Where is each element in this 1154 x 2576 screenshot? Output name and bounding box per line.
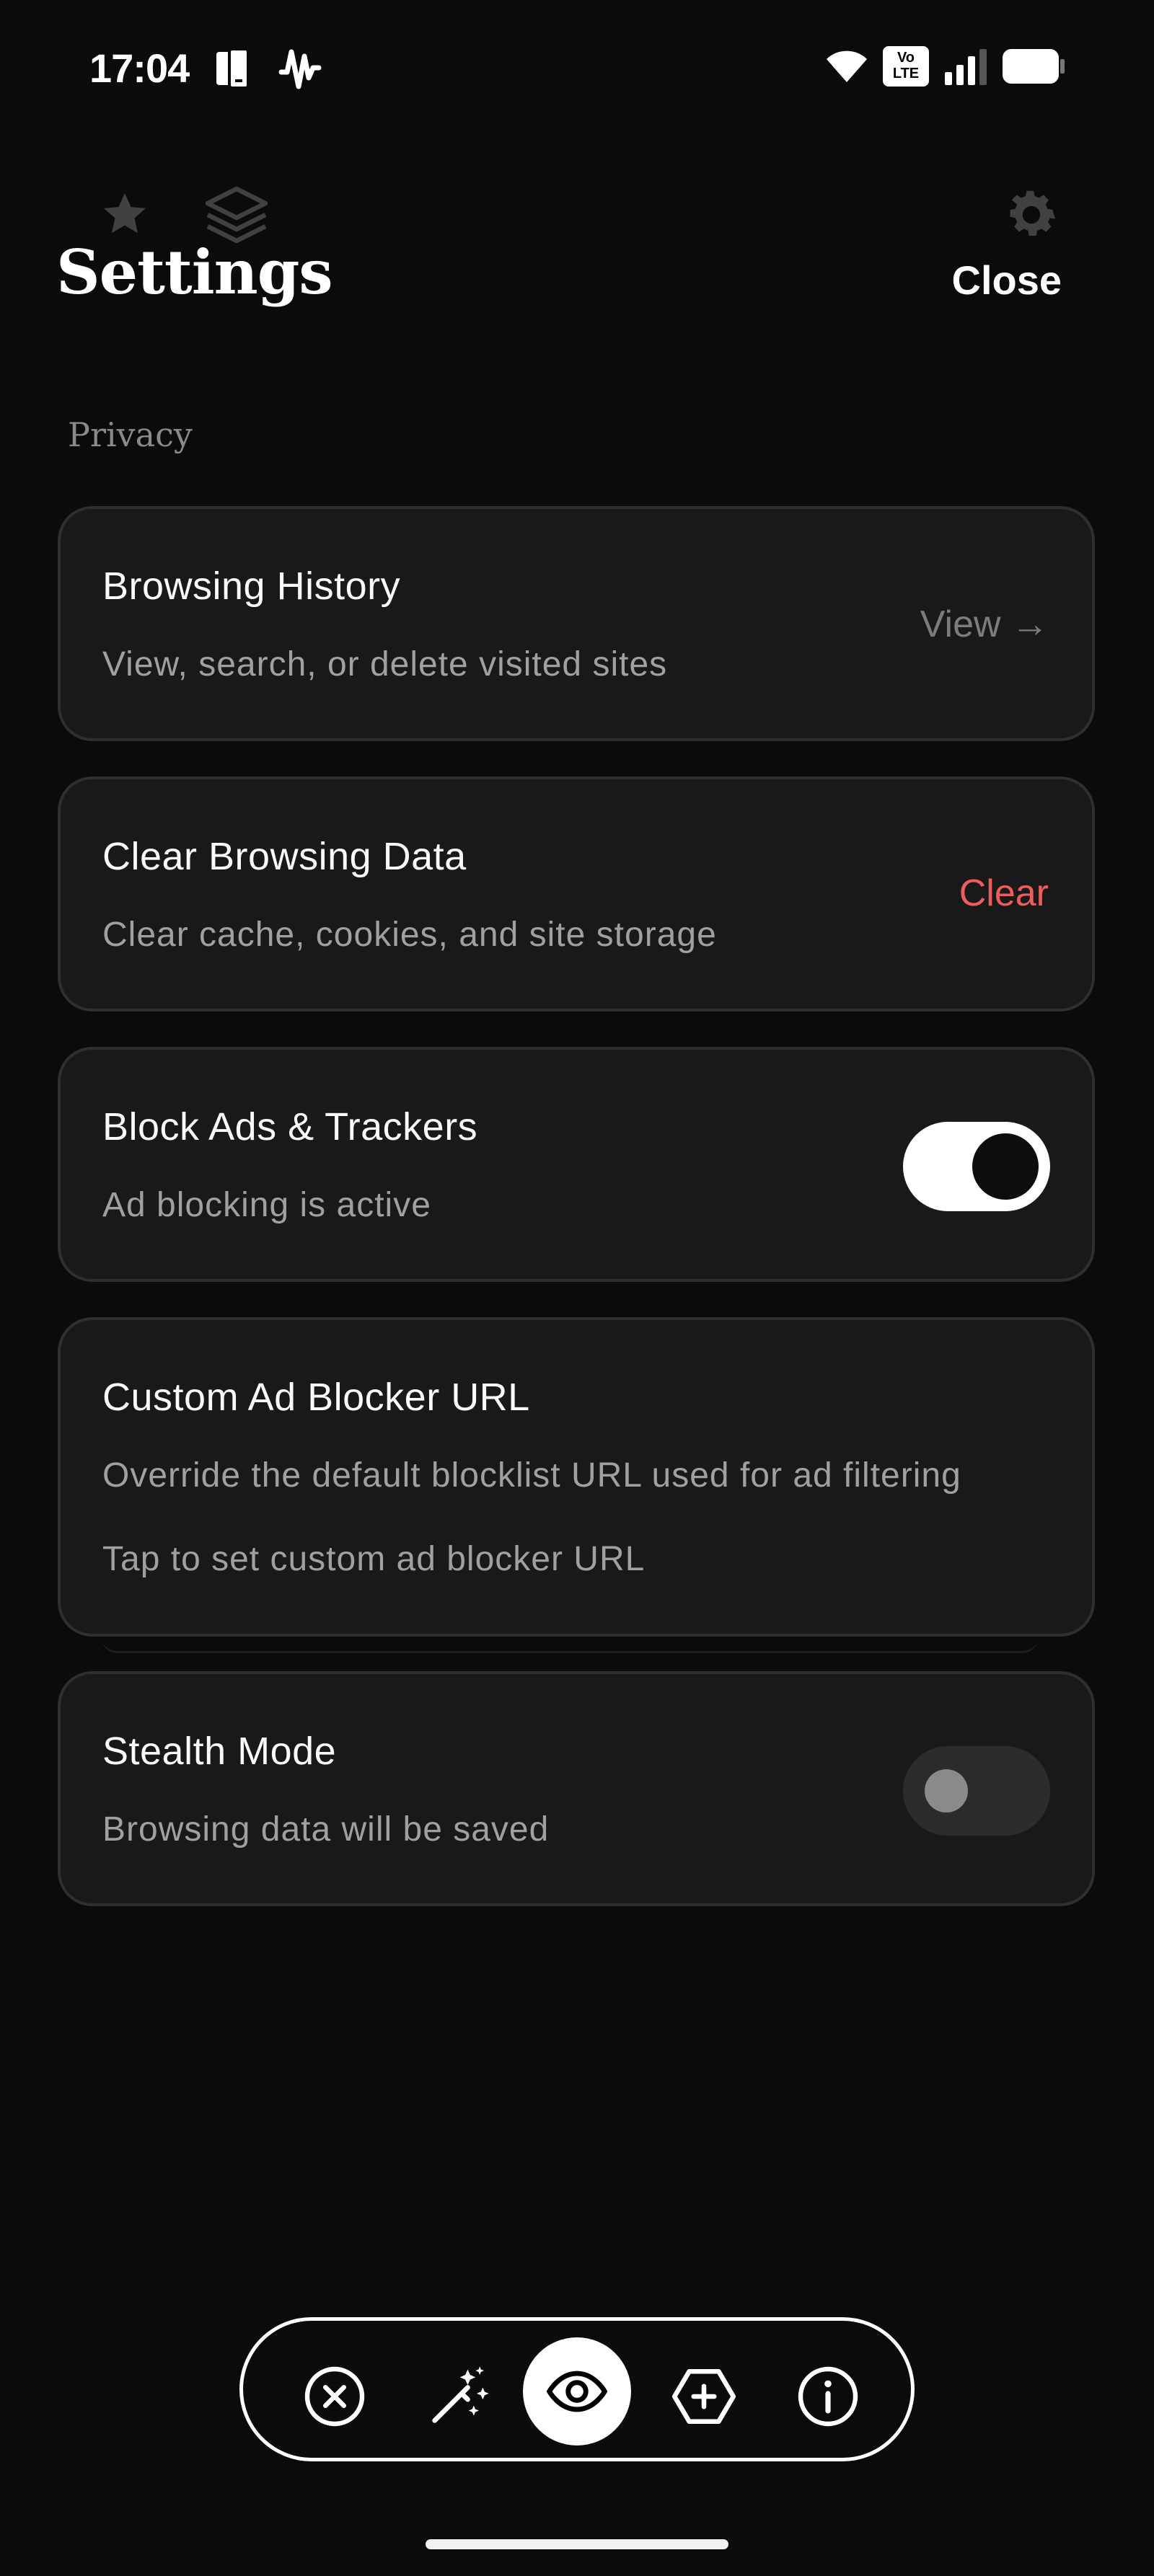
volte-icon: Vo LTE: [883, 46, 929, 87]
cell-signal-icon: [945, 49, 987, 85]
card-subtitle: Browsing data will be saved: [102, 1810, 550, 1849]
phone-tablet-icon: [216, 48, 250, 89]
eye-icon: [546, 2371, 608, 2412]
nav-extensions-button[interactable]: [650, 2342, 758, 2451]
browsing-history-card[interactable]: Browsing History View, search, or delete…: [58, 506, 1095, 741]
toggle-knob: [972, 1133, 1039, 1200]
battery-icon: [1003, 49, 1065, 84]
card-title: Browsing History: [102, 565, 401, 608]
volte-label-bottom: LTE: [892, 66, 920, 81]
card-title: Clear Browsing Data: [102, 835, 467, 878]
section-label-privacy: Privacy: [68, 415, 193, 454]
status-time: 17:04: [89, 45, 190, 91]
view-history-button[interactable]: View →: [920, 603, 1049, 646]
card-subtitle: Override the default blocklist URL used …: [102, 1456, 961, 1495]
bottom-nav-bar: [239, 2317, 915, 2461]
stealth-mode-toggle[interactable]: [903, 1746, 1050, 1836]
status-bar: 17:04 Vo LTE: [0, 0, 1154, 137]
nav-privacy-button[interactable]: [523, 2337, 631, 2446]
stealth-mode-card: Stealth Mode Browsing data will be saved: [58, 1671, 1095, 1906]
magic-wand-icon: [432, 2366, 489, 2423]
nav-info-button[interactable]: [774, 2342, 882, 2451]
volte-label-top: Vo: [897, 50, 915, 66]
clear-data-button[interactable]: Clear: [959, 872, 1049, 915]
clear-browsing-data-card[interactable]: Clear Browsing Data Clear cache, cookies…: [58, 776, 1095, 1012]
hexagon-plus-icon: [671, 2369, 736, 2424]
gear-icon: [1010, 190, 1055, 236]
custom-ad-blocker-card[interactable]: Custom Ad Blocker URL Override the defau…: [58, 1317, 1095, 1637]
info-icon: [798, 2366, 858, 2427]
star-icon: [103, 192, 146, 234]
close-circle-icon: [304, 2366, 365, 2427]
card-title: Block Ads & Trackers: [102, 1105, 478, 1148]
toggle-knob: [925, 1769, 968, 1813]
home-indicator[interactable]: [426, 2539, 728, 2549]
card-title: Custom Ad Blocker URL: [102, 1376, 530, 1419]
block-ads-toggle[interactable]: [903, 1122, 1050, 1211]
custom-url-hint[interactable]: Tap to set custom ad blocker URL: [102, 1539, 645, 1579]
card-subtitle: Ad blocking is active: [102, 1186, 431, 1224]
nav-close-button[interactable]: [281, 2342, 389, 2451]
settings-header: Settings Close: [0, 137, 1154, 368]
card-title: Stealth Mode: [102, 1730, 337, 1773]
wifi-icon: [827, 50, 867, 82]
waveform-icon: [278, 49, 322, 89]
card-subtitle: Clear cache, cookies, and site storage: [102, 916, 717, 954]
block-ads-card: Block Ads & Trackers Ad blocking is acti…: [58, 1047, 1095, 1282]
close-button[interactable]: Close: [952, 257, 1062, 304]
scroll-ghost-divider: [101, 1637, 1039, 1653]
nav-magic-button[interactable]: [405, 2342, 513, 2451]
page-title: Settings: [56, 236, 333, 308]
card-subtitle: View, search, or delete visited sites: [102, 645, 668, 683]
